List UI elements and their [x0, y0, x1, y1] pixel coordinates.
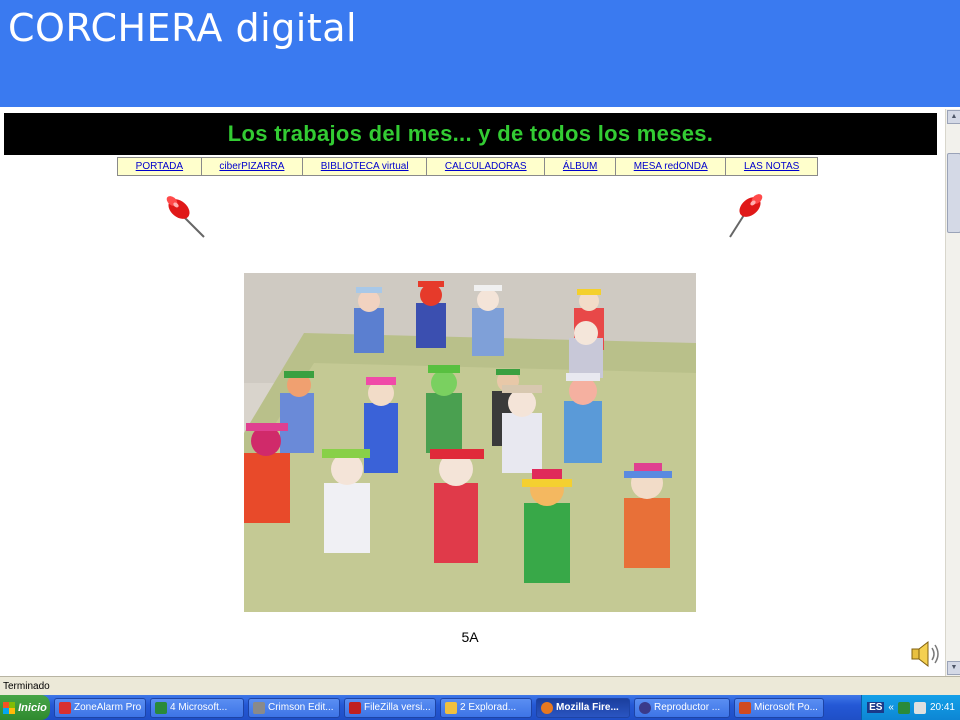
- taskbar-item-label: 4 Microsoft...: [170, 702, 228, 713]
- tray-app-icon[interactable]: [897, 701, 910, 714]
- pushpin-icon: [729, 194, 763, 238]
- tray-expand-icon[interactable]: «: [888, 702, 894, 713]
- taskbar-item-explorer[interactable]: 2 Explorad...: [440, 697, 532, 718]
- start-button[interactable]: Inicio: [0, 695, 50, 720]
- taskbar-item-firefox[interactable]: Mozilla Fire...: [536, 697, 630, 718]
- nav-link-portada[interactable]: PORTADA: [118, 158, 202, 175]
- tray-app-icon[interactable]: [913, 701, 926, 714]
- media-player-icon: [639, 701, 651, 714]
- taskbar: Inicio ZoneAlarm Pro 4 Microsoft... Crim…: [0, 695, 960, 720]
- scroll-thumb[interactable]: [947, 153, 960, 233]
- filezilla-icon: [349, 701, 361, 714]
- taskbar-item-label: ZoneAlarm Pro: [74, 702, 142, 713]
- taskbar-item-label: Microsoft Po...: [754, 702, 818, 713]
- photo-caption: 5A: [461, 629, 479, 645]
- start-label: Inicio: [18, 701, 47, 714]
- album-photo: [244, 273, 696, 612]
- taskbar-item-excel[interactable]: 4 Microsoft...: [150, 697, 244, 718]
- nav-link-album[interactable]: ÁLBUM: [545, 158, 617, 175]
- taskbar-item-label: 2 Explorad...: [460, 702, 517, 713]
- folder-icon: [445, 701, 457, 714]
- status-text: Terminado: [3, 680, 50, 692]
- nav-link-biblioteca[interactable]: BIBLIOTECA virtual: [303, 158, 428, 175]
- taskbar-item-powerpoint[interactable]: Microsoft Po...: [734, 697, 824, 718]
- firefox-icon: [541, 701, 553, 714]
- crimson-editor-icon: [253, 701, 265, 714]
- nav-link-mesa-redonda[interactable]: MESA redONDA: [616, 158, 727, 175]
- nav-link-calculadoras[interactable]: CALCULADORAS: [427, 158, 546, 175]
- taskbar-item-crimson-editor[interactable]: Crimson Edit...: [248, 697, 340, 718]
- taskbar-item-label: Mozilla Fire...: [556, 702, 619, 713]
- zonealarm-icon: [59, 701, 71, 714]
- windows-flag-icon: [3, 701, 16, 714]
- taskbar-item-label: Crimson Edit...: [268, 702, 334, 713]
- slide-header: CORCHERA digital: [0, 0, 960, 107]
- nav-link-ciberpizarra[interactable]: ciberPIZARRA: [202, 158, 304, 175]
- excel-icon: [155, 701, 167, 714]
- taskbar-item-zonealarm[interactable]: ZoneAlarm Pro: [54, 697, 146, 718]
- browser-viewport: Los trabajos del mes... y de todos los m…: [0, 109, 945, 676]
- powerpoint-icon: [739, 701, 751, 714]
- taskbar-item-label: FileZilla versi...: [364, 702, 431, 713]
- page-banner: Los trabajos del mes... y de todos los m…: [4, 113, 937, 155]
- nav-link-las-notas[interactable]: LAS NOTAS: [726, 158, 817, 175]
- language-indicator[interactable]: ES: [867, 702, 885, 713]
- vertical-scrollbar[interactable]: ▲ ▼: [945, 109, 960, 676]
- scroll-down-icon[interactable]: ▼: [947, 661, 960, 675]
- nav-bar: PORTADA ciberPIZARRA BIBLIOTECA virtual …: [117, 157, 818, 176]
- pushpin-icon: [166, 196, 205, 238]
- taskbar-item-label: Reproductor ...: [654, 702, 721, 713]
- taskbar-item-filezilla[interactable]: FileZilla versi...: [344, 697, 436, 718]
- speaker-icon[interactable]: [910, 639, 942, 669]
- system-tray: ES « 20:41: [861, 695, 960, 720]
- banner-text: Los trabajos del mes... y de todos los m…: [227, 121, 714, 146]
- scroll-up-icon[interactable]: ▲: [947, 110, 960, 124]
- slide-title: CORCHERA digital: [8, 6, 358, 50]
- clock: 20:41: [929, 702, 955, 713]
- status-bar: Terminado: [0, 676, 960, 695]
- taskbar-item-media-player[interactable]: Reproductor ...: [634, 697, 730, 718]
